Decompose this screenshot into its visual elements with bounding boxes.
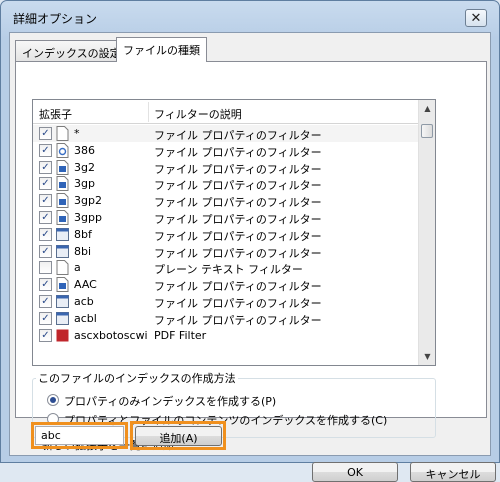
ok-button[interactable]: OK <box>312 462 398 482</box>
row-extension: 8bi <box>74 244 92 258</box>
row-checkbox[interactable]: ✓ <box>39 311 52 325</box>
window-file-icon <box>56 294 69 309</box>
row-description: ファイル プロパティのフィルター <box>154 162 322 176</box>
row-checkbox[interactable]: ✓ <box>39 127 52 140</box>
list-item[interactable]: ✓ 3gp2 ファイル プロパティのフィルター <box>33 192 418 209</box>
row-extension: 3gp <box>74 177 95 191</box>
row-extension: AAC <box>74 278 97 292</box>
row-checkbox[interactable]: ✓ <box>39 328 52 342</box>
row-description: ファイル プロパティのフィルター <box>154 129 322 142</box>
video-file-icon <box>56 159 69 175</box>
list-item[interactable]: ✓ 3gpp ファイル プロパティのフィルター <box>33 209 418 226</box>
scroll-thumb[interactable] <box>421 124 433 138</box>
row-checkbox[interactable]: ✓ <box>39 160 52 174</box>
title-bar[interactable]: 詳細オプション ✕ <box>1 1 499 31</box>
row-extension: 8bf <box>74 227 92 241</box>
index-method-label: このファイルのインデックスの作成方法 <box>36 370 238 386</box>
row-checkbox[interactable]: ✓ <box>39 278 52 292</box>
row-extension: acb <box>74 294 94 308</box>
tab-panel-file-types: 拡張子 フィルターの説明 ✓ * ファイル プロパティのフィルター ✓ 386 ファイル … <box>15 61 487 452</box>
list-item[interactable]: ✓ acb ファイル プロパティのフィルター <box>33 293 418 310</box>
row-extension: 3gp2 <box>74 194 102 208</box>
row-description: ファイル プロパティのフィルター <box>154 196 322 210</box>
tab-file-types[interactable]: ファイルの種類 <box>116 37 207 62</box>
vertical-scrollbar[interactable]: ▲ ▼ <box>418 100 435 365</box>
dialog-window: 詳細オプション ✕ インデックスの設定 ファイルの種類 拡張子 フィルターの説明… <box>0 0 500 482</box>
close-icon: ✕ <box>470 10 482 26</box>
tab-index-settings[interactable]: インデックスの設定 <box>15 40 121 62</box>
list-item[interactable]: ✓ 8bi ファイル プロパティのフィルター <box>33 243 418 260</box>
row-description: ファイル プロパティのフィルター <box>154 179 322 193</box>
new-extension-input[interactable] <box>35 426 124 445</box>
row-description: ファイル プロパティのフィルター <box>154 296 322 310</box>
dialog-title: 詳細オプション <box>13 12 98 26</box>
list-item[interactable]: ✓ 386 ファイル プロパティのフィルター <box>33 142 418 159</box>
video-file-icon <box>56 193 69 209</box>
row-checkbox[interactable] <box>39 261 52 275</box>
list-item[interactable]: ✓ 3gp ファイル プロパティのフィルター <box>33 175 418 192</box>
window-file-icon <box>56 244 69 259</box>
dialog-client-area: インデックスの設定 ファイルの種類 拡張子 フィルターの説明 ✓ * ファイル プロ… <box>9 32 496 482</box>
pdf-file-icon <box>56 328 69 343</box>
row-checkbox[interactable]: ✓ <box>39 294 52 308</box>
row-description: ファイル プロパティのフィルター <box>154 280 322 294</box>
scroll-up-icon[interactable]: ▲ <box>419 100 435 117</box>
column-divider[interactable] <box>148 102 149 122</box>
video-file-icon <box>56 209 69 225</box>
row-extension: acbl <box>74 311 97 325</box>
list-header: 拡張子 フィルターの説明 <box>33 100 418 124</box>
list-item[interactable]: ✓ 8bf ファイル プロパティのフィルター <box>33 226 418 243</box>
row-checkbox[interactable]: ✓ <box>39 210 52 224</box>
row-description: ファイル プロパティのフィルター <box>154 212 322 226</box>
blank-file-icon <box>56 126 69 141</box>
shortcut-file-icon <box>56 142 69 158</box>
radio-properties-only[interactable] <box>47 394 59 406</box>
row-extension: 3g2 <box>74 160 95 174</box>
list-rows: ✓ * ファイル プロパティのフィルター ✓ 386 ファイル プロパティのフィルター ✓ 3… <box>33 125 418 343</box>
list-item[interactable]: a プレーン テキスト フィルター <box>33 259 418 276</box>
close-button[interactable]: ✕ <box>465 9 487 27</box>
row-checkbox[interactable]: ✓ <box>39 227 52 241</box>
radio-selected-dot <box>50 397 56 403</box>
row-description: ファイル プロパティのフィルター <box>154 246 322 260</box>
file-type-list[interactable]: 拡張子 フィルターの説明 ✓ * ファイル プロパティのフィルター ✓ 386 ファイル … <box>32 99 436 366</box>
row-extension: * <box>74 127 80 140</box>
list-item[interactable]: ✓ AAC ファイル プロパティのフィルター <box>33 276 418 293</box>
row-extension: a <box>74 261 81 275</box>
row-checkbox[interactable]: ✓ <box>39 194 52 208</box>
column-header-extension[interactable]: 拡張子 <box>39 106 72 122</box>
row-description: ファイル プロパティのフィルター <box>154 313 322 327</box>
row-description: ファイル プロパティのフィルター <box>154 229 322 243</box>
row-description: ファイル プロパティのフィルター <box>154 145 322 159</box>
row-checkbox[interactable]: ✓ <box>39 244 52 258</box>
row-extension: ascxbotoscwi <box>74 328 148 342</box>
list-item[interactable]: ✓ 3g2 ファイル プロパティのフィルター <box>33 159 418 176</box>
list-item[interactable]: ✓ ascxbotoscwi PDF Filter <box>33 327 418 344</box>
radio-properties-only-label[interactable]: プロパティのみインデックスを作成する(P) <box>64 393 276 409</box>
row-extension: 3gpp <box>74 210 102 224</box>
list-item[interactable]: ✓ * ファイル プロパティのフィルター <box>33 125 418 142</box>
cancel-button[interactable]: キャンセル <box>410 462 496 482</box>
scroll-down-icon[interactable]: ▼ <box>419 348 435 365</box>
column-header-description[interactable]: フィルターの説明 <box>154 106 242 122</box>
video-file-icon <box>56 176 69 192</box>
row-checkbox[interactable]: ✓ <box>39 177 52 191</box>
audio-file-icon <box>56 277 69 293</box>
row-description: プレーン テキスト フィルター <box>154 263 303 277</box>
add-button[interactable]: 追加(A) <box>135 426 222 446</box>
row-extension: 386 <box>74 143 95 157</box>
window-file-icon <box>56 311 69 326</box>
window-file-icon <box>56 227 69 242</box>
blank-file-icon <box>56 260 69 276</box>
row-description: PDF Filter <box>154 328 207 342</box>
row-checkbox[interactable]: ✓ <box>39 143 52 157</box>
list-item[interactable]: ✓ acbl ファイル プロパティのフィルター <box>33 310 418 327</box>
